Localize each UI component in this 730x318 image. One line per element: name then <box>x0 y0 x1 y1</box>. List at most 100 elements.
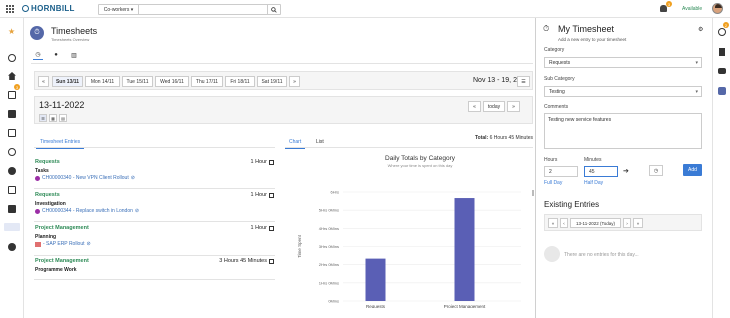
clock-button[interactable]: ◷ <box>649 165 663 176</box>
half-day-link[interactable]: Half Day <box>584 180 603 186</box>
prev-week-button[interactable]: « <box>548 218 558 228</box>
timesheets-icon: ⏱ <box>30 26 44 40</box>
home-icon[interactable] <box>8 72 16 80</box>
prev-week-button[interactable]: « <box>38 76 49 87</box>
entry-item-link[interactable]: - SAP ERP Rollout <box>43 241 85 247</box>
entry-row: Project Management 3 Hours 45 Minutes Pr… <box>34 258 275 280</box>
tasks-check-icon[interactable] <box>718 28 726 36</box>
chart-panel: Chart List Total: 6 Hours 45 Minutes Dai… <box>285 135 533 316</box>
scrollbar-thumb[interactable] <box>532 190 534 196</box>
bookmark-icon[interactable] <box>719 48 725 56</box>
notifications-bell-icon[interactable]: 3 <box>660 1 672 13</box>
unlink-icon[interactable]: ⊘ <box>87 241 91 247</box>
chat-icon[interactable] <box>718 68 726 74</box>
edit-icon[interactable] <box>269 225 274 231</box>
empty-state-icon <box>544 246 560 262</box>
full-day-link[interactable]: Full Day <box>544 180 562 186</box>
bar <box>365 258 386 301</box>
entry-item-link[interactable]: CH00000340 - New VPN Client Rollout <box>42 175 129 181</box>
entry-item-link[interactable]: CH00000344 - Replace switch in London <box>42 208 133 214</box>
users-icon[interactable] <box>8 243 16 251</box>
unlink-icon[interactable]: ⊘ <box>131 175 135 181</box>
grid-view-icon[interactable]: ▦ <box>49 114 57 122</box>
entry-hours-text: 1 Hour <box>250 225 267 231</box>
gear-icon[interactable]: ⚙ <box>698 26 704 33</box>
briefcase-icon[interactable] <box>8 186 16 194</box>
divider <box>31 63 533 64</box>
divider <box>34 147 275 148</box>
entry-item: CH00000344 - Replace switch in London ⊘ <box>35 208 139 214</box>
entry-category: Project Management <box>35 258 89 264</box>
y-tick-label: 1Hrs 0Mins <box>319 280 339 285</box>
list-view-icon[interactable]: ☰ <box>39 114 47 122</box>
notification-badge: 3 <box>666 1 672 7</box>
day-wed[interactable]: Wed 16/11 <box>155 76 189 87</box>
hours-label: Hours <box>544 157 558 163</box>
book-icon[interactable] <box>8 129 16 137</box>
truck-icon[interactable] <box>8 205 16 213</box>
timesheet-panel-icon[interactable] <box>718 87 726 95</box>
panel-title: My Timesheet <box>558 24 615 34</box>
mail-icon[interactable] <box>8 91 16 99</box>
day-thu[interactable]: Thu 17/11 <box>191 76 223 87</box>
favourites-star-icon[interactable]: ★ <box>8 28 16 36</box>
next-day-button[interactable]: » <box>507 101 520 112</box>
user-avatar[interactable] <box>712 3 723 14</box>
network-icon[interactable] <box>8 148 16 156</box>
entry-subcategory: Tasks <box>35 168 49 174</box>
existing-date[interactable]: 13-11-2022 (Today) <box>570 218 621 228</box>
add-button[interactable]: Add <box>683 164 702 176</box>
total-time: Total: 6 Hours 45 Minutes <box>475 135 533 141</box>
comments-label: Comments <box>544 104 569 110</box>
next-week-button[interactable]: » <box>633 218 643 228</box>
hours-input[interactable]: 2 <box>544 166 578 177</box>
day-mon[interactable]: Mon 14/11 <box>85 76 120 87</box>
chart-subtitle: Where your time is spent on this day <box>388 163 453 168</box>
availability-status[interactable]: Available <box>682 6 702 12</box>
no-entries-message: There are no entries for this day... <box>564 252 639 258</box>
board-icon[interactable] <box>8 110 16 118</box>
entry-hours: 1 Hour <box>250 159 274 165</box>
x-tick-label: Requests <box>366 304 386 308</box>
search-input[interactable] <box>139 5 267 14</box>
prev-day-button[interactable]: ‹ <box>560 218 568 228</box>
tasks-badge: 2 <box>723 22 729 28</box>
tab-overview-icon[interactable]: ◷ <box>33 50 43 60</box>
next-week-button[interactable]: » <box>289 76 300 87</box>
comments-textarea[interactable]: Testing new service features <box>544 113 702 149</box>
edit-icon[interactable] <box>269 159 274 165</box>
bar <box>454 198 475 301</box>
unlink-icon[interactable]: ⊘ <box>135 208 139 214</box>
app-grid-icon[interactable] <box>6 5 14 13</box>
total-value: 6 Hours 45 Minutes <box>489 135 533 141</box>
chart-view-icon[interactable]: ▤ <box>59 114 67 122</box>
today-button[interactable]: today <box>483 101 505 112</box>
next-day-button[interactable]: › <box>623 218 631 228</box>
entry-hours-text: 1 Hour <box>250 192 267 198</box>
tab-org-icon[interactable]: ▥ <box>69 50 79 60</box>
day-sun[interactable]: Sun 13/11 <box>52 76 83 87</box>
timesheet-nav-icon[interactable] <box>4 223 20 231</box>
edit-icon[interactable] <box>269 258 274 264</box>
entry-category: Requests <box>35 192 60 198</box>
chat-icon[interactable] <box>8 167 16 175</box>
category-select[interactable]: Requests ▾ <box>544 57 702 68</box>
search-scope-select[interactable]: Co-workers ▾ <box>99 5 139 14</box>
tab-user-icon[interactable]: ● <box>51 50 61 60</box>
timesheet-icon: ⏱ <box>543 24 550 33</box>
activity-icon[interactable] <box>8 54 16 62</box>
subcategory-select[interactable]: Testing ▾ <box>544 86 702 97</box>
day-fri[interactable]: Fri 18/11 <box>225 76 255 87</box>
date-header: 13-11-2022 ☰ ▦ ▤ « today » <box>34 96 533 124</box>
week-list-button[interactable]: ☰ <box>517 76 530 87</box>
day-sat[interactable]: Sat 19/11 <box>257 76 287 87</box>
y-tick-label: 2Hrs 0Mins <box>319 262 339 267</box>
clock-icon: ◷ <box>653 167 659 174</box>
page-subtitle: Timesheets Overview <box>51 37 90 42</box>
day-tue[interactable]: Tue 15/11 <box>122 76 153 87</box>
view-tabs: ◷ ● ▥ <box>33 50 79 60</box>
prev-day-button[interactable]: « <box>468 101 481 112</box>
minutes-input[interactable]: 45 <box>584 166 618 177</box>
search-button[interactable] <box>267 5 280 14</box>
edit-icon[interactable] <box>269 192 274 198</box>
